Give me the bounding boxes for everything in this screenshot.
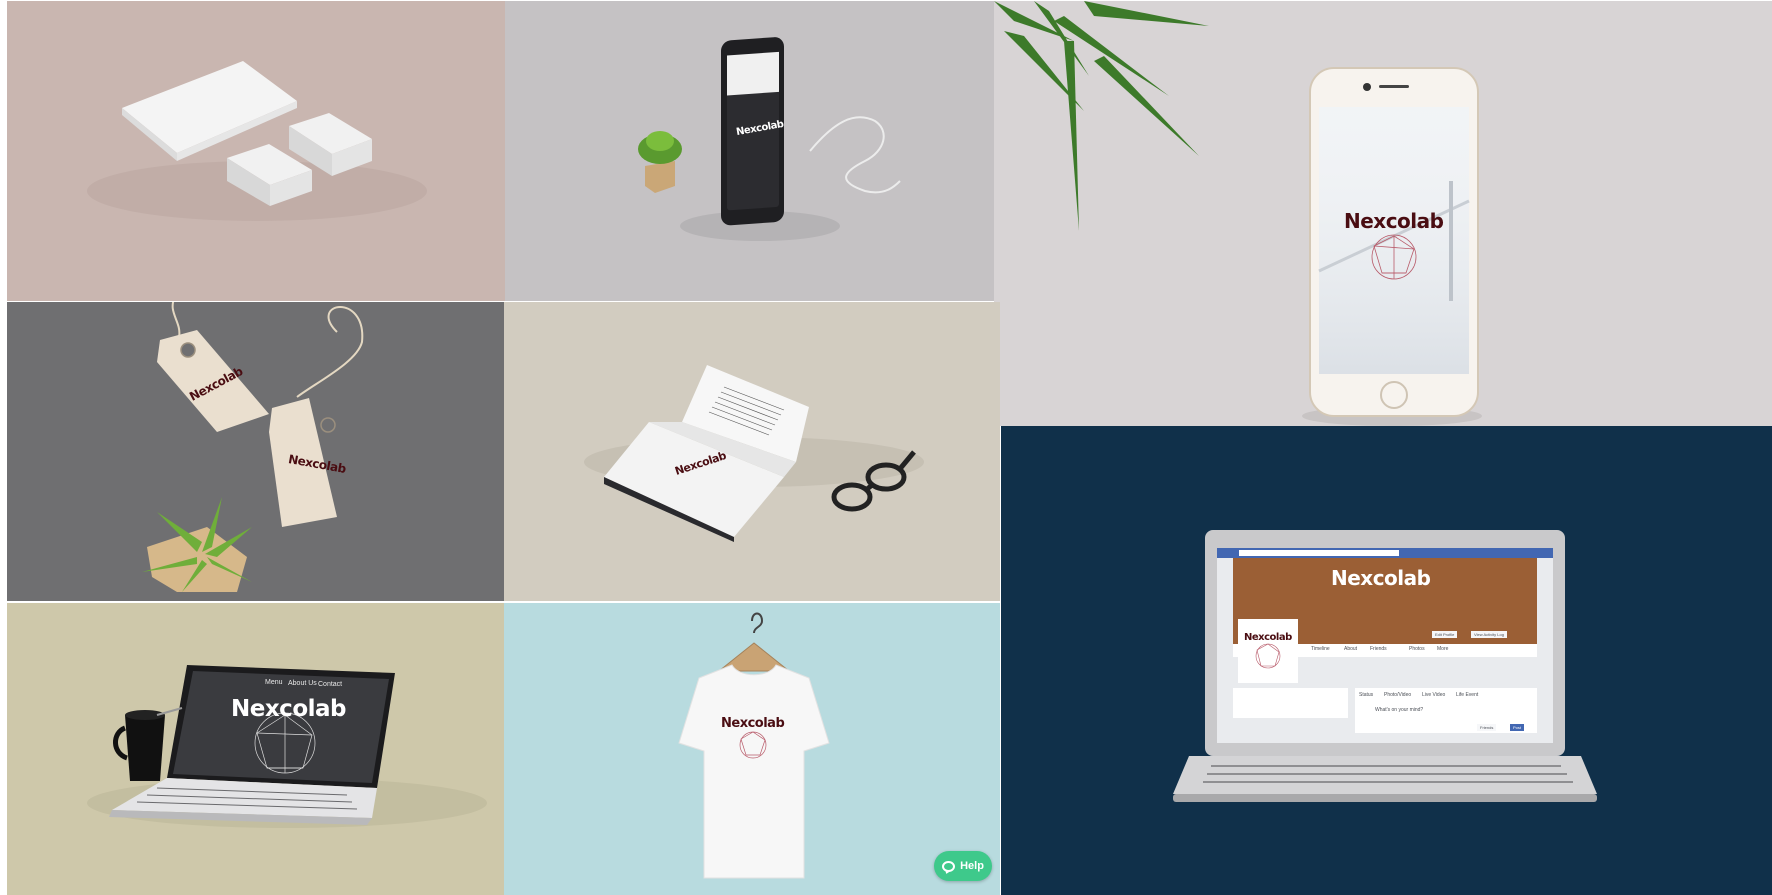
tags-mockup [142,302,364,592]
tile-phone-earphones: Nexcolab [505,1,994,301]
fb-composer-tab-status[interactable]: Status [1359,692,1373,698]
fb-nav-friends[interactable]: Friends [1370,646,1387,652]
fb-profile-brand-text: Nexcolab [1244,632,1292,643]
fb-cover-brand-text: Nexcolab [1331,566,1431,590]
fb-audience-button[interactable]: Friends [1477,724,1497,731]
tile-laptop-mug: Menu About Us Contact Nexcolab [7,603,504,895]
tile-iphone-fog: Nexcolab [994,1,1772,426]
fb-composer-tab-event[interactable]: Life Event [1456,692,1478,698]
fb-nav-more[interactable]: More [1437,646,1448,652]
tile-stationery [7,1,505,301]
laptop-menu-item-about[interactable]: About Us [288,680,317,687]
fb-nav-about[interactable]: About [1344,646,1357,652]
tile-tshirt: Nexcolab [504,603,1000,895]
fb-nav-timeline[interactable]: Timeline [1311,646,1330,652]
fb-activity-log-button[interactable]: View Activity Log [1471,631,1507,638]
fb-nav-photos[interactable]: Photos [1409,646,1425,652]
iphone-brand-text: Nexcolab [1344,209,1444,233]
help-button-label: Help [960,860,984,872]
tile-book-glasses: Nexcolab [504,302,1000,601]
facebook-laptop-mockup [1173,530,1597,802]
laptop-menu-item-menu[interactable]: Menu [265,679,283,686]
chat-bubble-icon [942,860,956,872]
laptop-menu-item-contact[interactable]: Contact [318,681,342,688]
laptop-brand-text: Nexcolab [231,696,347,722]
fb-post-button[interactable]: Post [1510,724,1525,731]
tile-facebook-laptop: Nexcolab Nexcolab Timeline About Friends… [1001,426,1772,895]
tshirt-brand-text: Nexcolab [721,716,785,731]
help-button[interactable]: Help [934,851,992,881]
tile-tags: Nexcolab Nexcolab [7,302,504,601]
book-mockup [584,365,924,542]
tshirt-mockup [678,612,830,879]
fb-composer-input[interactable]: What's on your mind? [1375,707,1423,713]
plant-leaves [994,1,1209,231]
laptop-mockup [87,665,487,828]
fb-composer-tab-photo[interactable]: Photo/Video [1384,692,1411,698]
stationery-mockup [87,61,427,221]
fb-edit-profile-button[interactable]: Edit Profile [1432,631,1458,638]
fb-composer-tab-live[interactable]: Live Video [1422,692,1445,698]
phone-mockup [638,37,901,241]
